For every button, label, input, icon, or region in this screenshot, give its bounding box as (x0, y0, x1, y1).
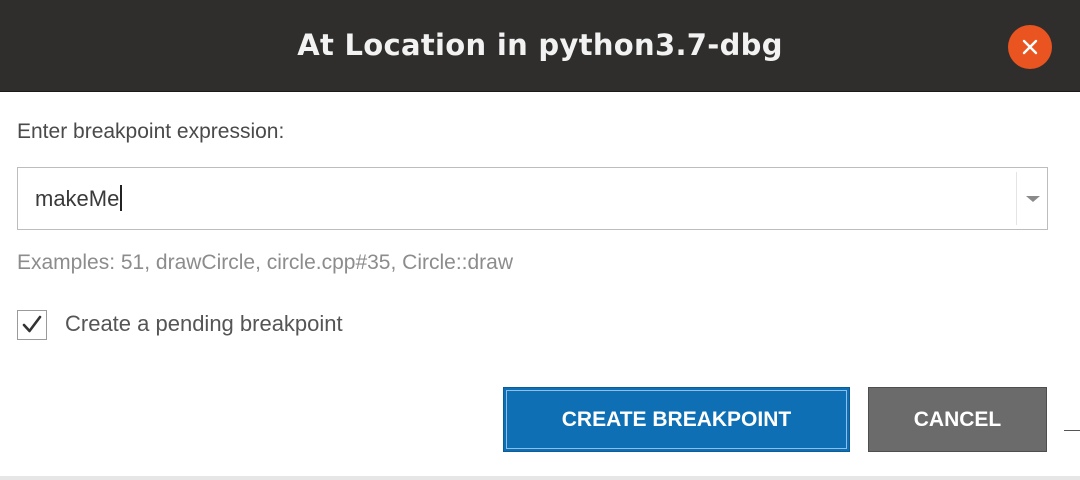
cancel-button[interactable]: CANCEL (868, 387, 1047, 452)
dialog-bottom-edge (0, 476, 1080, 480)
chevron-down-icon (1026, 196, 1040, 202)
expression-value: makeMe (35, 186, 120, 211)
text-caret (120, 185, 122, 211)
pending-breakpoint-label[interactable]: Create a pending breakpoint (65, 311, 343, 337)
breakpoint-dialog: At Location in python3.7-dbg Enter break… (0, 0, 1080, 480)
pending-breakpoint-checkbox[interactable] (17, 310, 47, 340)
dialog-title: At Location in python3.7-dbg (297, 28, 783, 62)
expression-prompt-label: Enter breakpoint expression: (17, 120, 285, 143)
window-edge (1064, 430, 1080, 431)
create-breakpoint-button[interactable]: CREATE BREAKPOINT (503, 387, 850, 452)
close-icon (1022, 39, 1038, 55)
examples-hint: Examples: 51, drawCircle, circle.cpp#35,… (17, 251, 514, 274)
dialog-titlebar: At Location in python3.7-dbg (0, 0, 1080, 92)
expression-combobox[interactable]: makeMe (17, 167, 1048, 230)
expression-dropdown-button[interactable] (1017, 168, 1048, 229)
close-button[interactable] (1008, 25, 1052, 69)
check-icon (22, 315, 42, 333)
expression-input[interactable]: makeMe (35, 185, 122, 213)
